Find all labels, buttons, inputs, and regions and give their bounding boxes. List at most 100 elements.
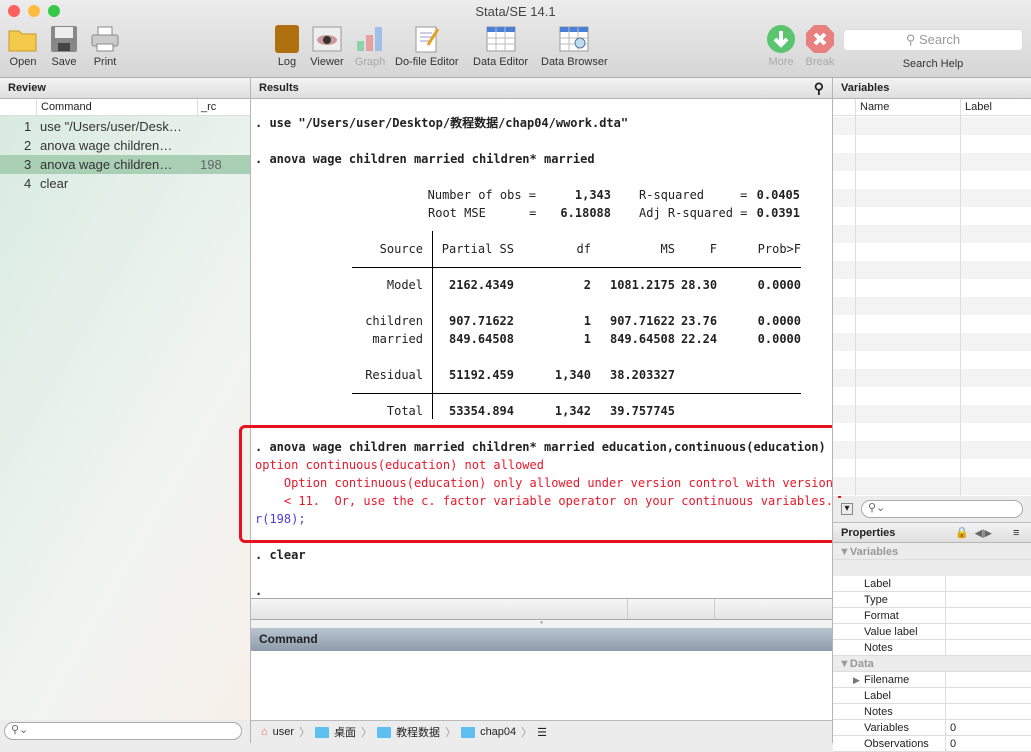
table-cell: 53354.894 (448, 404, 514, 418)
filter-dropdown-icon[interactable]: ▾ (841, 503, 853, 515)
crumb-desktop[interactable]: 桌面 (334, 724, 356, 740)
break-button[interactable]: Break (803, 22, 837, 68)
section-variables: ▼Variables (839, 546, 899, 558)
highlight-box (239, 425, 841, 543)
property-row[interactable]: Observations 0 (833, 736, 1031, 752)
property-row[interactable]: Notes (833, 704, 1031, 720)
stat-value: 1,343 (574, 188, 611, 202)
crumb-folder[interactable]: 教程数据 (396, 724, 440, 740)
property-row[interactable]: Label (833, 688, 1031, 704)
floppy-icon (47, 22, 81, 56)
review-item[interactable]: 3 anova wage children… 198 (0, 155, 250, 174)
properties-section[interactable]: ▼Data (833, 656, 1031, 672)
home-icon: ⌂ (261, 726, 268, 738)
col-label[interactable]: Label (960, 99, 992, 116)
table-cell: MS (660, 242, 675, 256)
result-line: . anova wage children married children* … (255, 152, 595, 166)
table-cell: 0.0000 (757, 278, 801, 292)
table-cell (681, 366, 717, 384)
review-item[interactable]: 1 use "/Users/user/Desk… (0, 117, 250, 136)
review-item[interactable]: 2 anova wage children… (0, 136, 250, 155)
viewer-button[interactable]: Viewer (310, 22, 344, 68)
table-cell: 28.30 (681, 278, 718, 292)
results-header: Results ⚲ (251, 78, 832, 99)
col-rc[interactable]: _rc (197, 99, 216, 116)
table-cell: 39.757745 (609, 404, 675, 418)
printer-icon (88, 22, 122, 56)
table-cell: 0.0000 (757, 314, 801, 328)
table-cell: F (709, 242, 717, 256)
breadcrumb: ⌂ user 〉 桌面〉 教程数据〉 chap04 〉 ☰ (251, 720, 832, 743)
col-name[interactable]: Name (855, 99, 889, 116)
dofile-editor-button[interactable]: Do-file Editor (395, 22, 459, 68)
stat-label: R-squared = (639, 188, 748, 202)
graph-button[interactable]: Graph (353, 22, 387, 68)
item-command: anova wage children… (40, 157, 173, 172)
property-key: Observations (864, 738, 929, 750)
table-cell: Source (379, 242, 423, 256)
stat-label: Adj R-squared = (639, 206, 748, 220)
search-help-label: Search Help (902, 58, 964, 70)
save-button[interactable]: Save (47, 22, 81, 68)
property-row[interactable]: Type (833, 592, 1031, 608)
property-value: 0 (945, 720, 956, 736)
splitter-handle[interactable]: ● (251, 620, 832, 628)
table-cell: Model (386, 278, 423, 292)
lock-icon[interactable]: 🔒 (955, 523, 969, 544)
list-icon[interactable]: ☰ (537, 726, 547, 739)
data-browser-button[interactable]: Data Browser (541, 22, 608, 68)
property-row[interactable]: Label (833, 576, 1031, 592)
property-value (945, 704, 950, 720)
menu-icon[interactable]: ≡ (1013, 523, 1019, 544)
search-icon: ⚲ (905, 32, 919, 47)
property-row[interactable]: Variables 0 (833, 720, 1031, 736)
review-panel: Command _rc 1 use "/Users/user/Desk… 2 anov… (0, 99, 250, 720)
crumb-chap04[interactable]: chap04 (480, 726, 516, 738)
review-item[interactable]: 4 clear (0, 174, 250, 193)
data-editor-button[interactable]: Data Editor (473, 22, 528, 68)
table-cell: 1,340 (554, 368, 591, 382)
property-row[interactable]: Notes (833, 640, 1031, 656)
variables-filter-input[interactable]: ⚲⌄ (861, 500, 1023, 518)
crumb-user[interactable]: user (273, 726, 294, 738)
table-cell: 1,342 (554, 404, 591, 418)
stat-value: 6.18088 (560, 206, 611, 220)
property-row[interactable]: Format (833, 608, 1031, 624)
table-cell: 849.64508 (609, 332, 675, 346)
nav-arrows[interactable]: ◀|▶ (975, 523, 991, 544)
table-cell: Prob>F (757, 242, 801, 256)
log-button[interactable]: Log (270, 22, 304, 68)
property-value (945, 672, 950, 688)
expand-triangle-icon[interactable]: ▶ (853, 672, 860, 688)
review-filter-input[interactable]: ⚲⌄ (4, 722, 242, 740)
stat-label: Root MSE = (428, 206, 537, 220)
property-row[interactable]: Value label (833, 624, 1031, 640)
title-bar: Stata/SE 14.1 Open Save Print Log Viewer… (0, 0, 1031, 78)
property-value (945, 688, 950, 704)
search-icon[interactable]: ⚲ (814, 78, 824, 99)
table-cell: 38.203327 (609, 368, 675, 382)
review-header: Review (0, 78, 250, 99)
command-input[interactable] (251, 651, 832, 720)
folder-icon (6, 22, 40, 56)
property-key: Variables (864, 722, 910, 734)
search-input[interactable]: ⚲ Search (843, 29, 1023, 51)
variables-header: Variables (833, 78, 1031, 99)
property-key: Label (864, 578, 891, 590)
property-key: Type (864, 594, 888, 606)
stat-value: 0.0405 (756, 188, 800, 202)
property-key: Value label (864, 626, 918, 638)
print-button[interactable]: Print (88, 22, 122, 68)
open-button[interactable]: Open (6, 22, 40, 68)
folder-icon (315, 726, 330, 738)
more-button[interactable]: More (764, 22, 798, 68)
col-command[interactable]: Command (36, 99, 92, 116)
property-value: 0 (945, 736, 956, 752)
down-arrow-icon (764, 22, 798, 56)
property-row[interactable]: ▶ Filename (833, 672, 1031, 688)
table-hrule (352, 267, 801, 268)
item-command: clear (40, 176, 69, 191)
variables-list[interactable]: Name Label (833, 99, 1031, 496)
item-command: anova wage children… (40, 138, 173, 153)
properties-section[interactable]: ▼Variables (833, 544, 1031, 560)
